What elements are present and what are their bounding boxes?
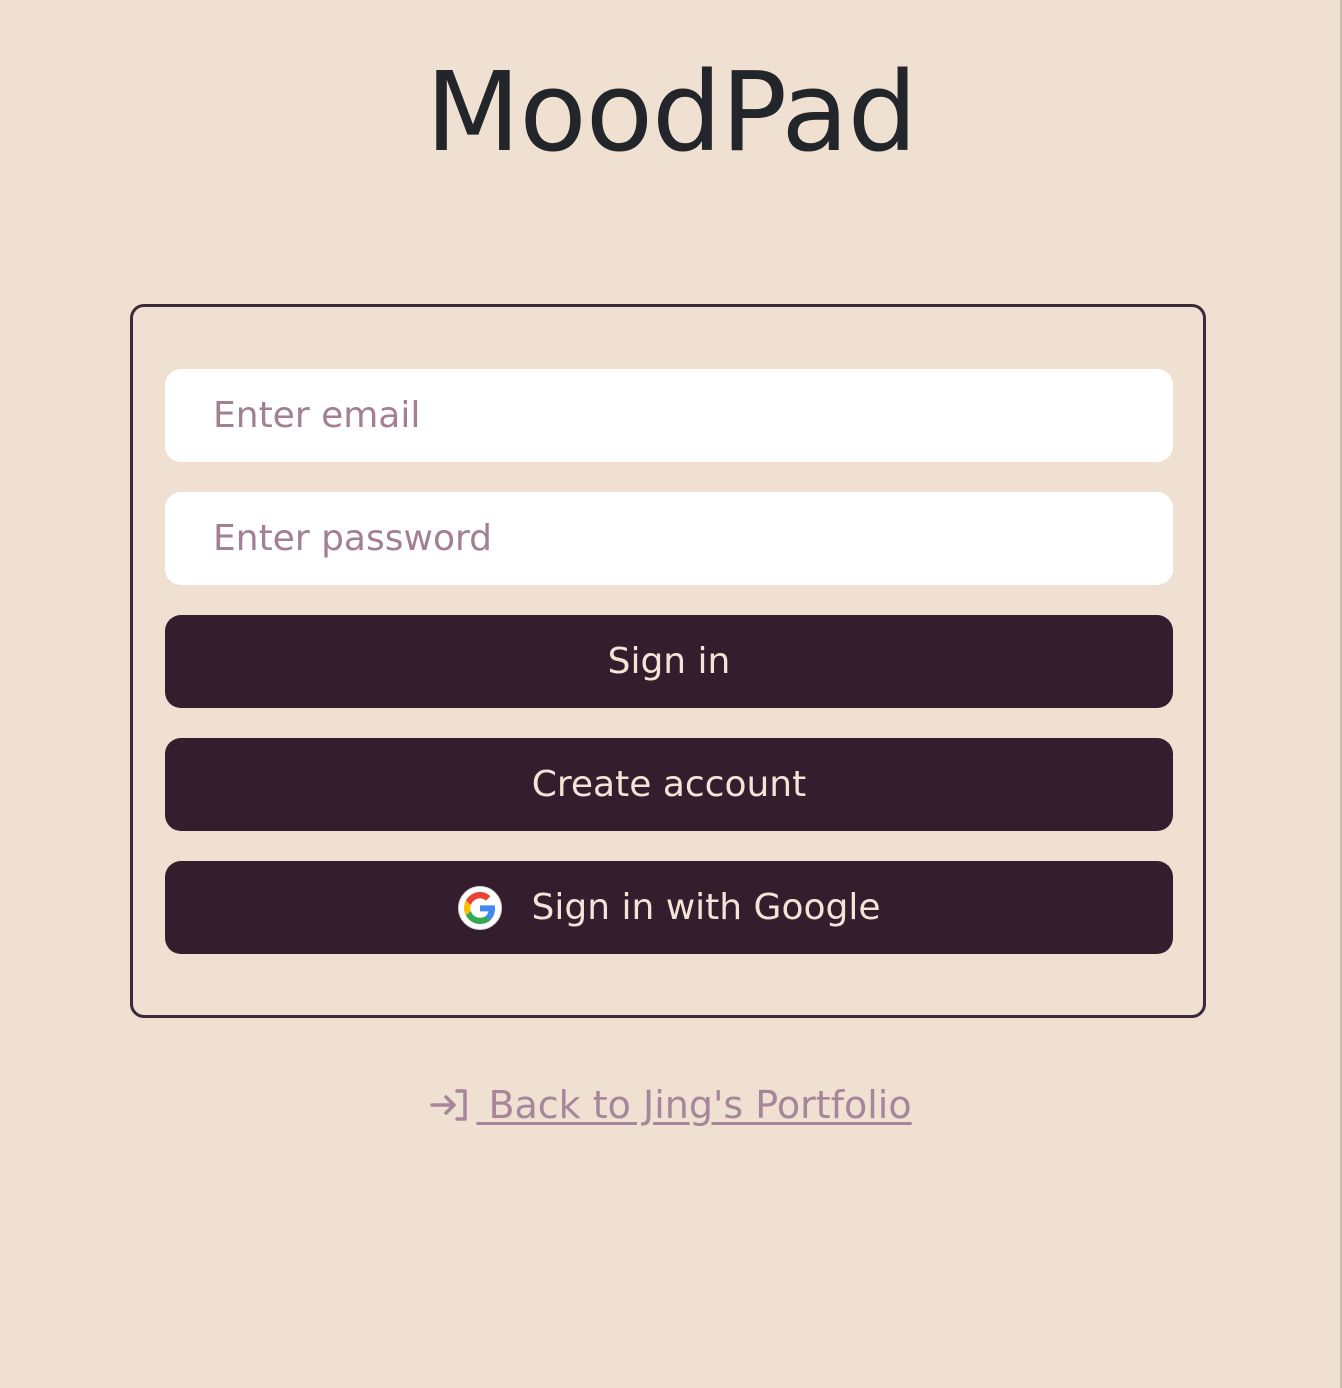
create-account-label: Create account <box>531 764 807 805</box>
google-sign-in-label: Sign in with Google <box>531 887 881 928</box>
google-icon <box>457 885 502 930</box>
app-title: MoodPad <box>425 48 918 176</box>
back-to-portfolio-label: Back to Jing's Portfolio <box>476 1083 912 1127</box>
create-account-button[interactable]: Create account <box>165 738 1173 831</box>
email-input[interactable] <box>165 369 1173 462</box>
back-to-portfolio-link[interactable]: Back to Jing's Portfolio <box>430 1080 912 1130</box>
sign-in-arrow-icon <box>430 1088 470 1122</box>
back-link-container: Back to Jing's Portfolio <box>0 1080 1342 1134</box>
password-input[interactable] <box>165 492 1173 585</box>
login-card: Sign in Create account Sign in with Goog… <box>130 304 1206 1018</box>
sign-in-button[interactable]: Sign in <box>165 615 1173 708</box>
sign-in-label: Sign in <box>607 641 731 682</box>
google-sign-in-button[interactable]: Sign in with Google <box>165 861 1173 954</box>
